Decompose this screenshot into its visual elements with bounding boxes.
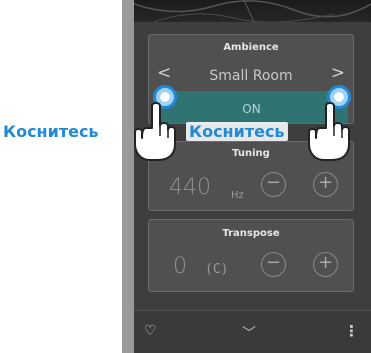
ambience-type-value: Small Room — [209, 68, 293, 84]
transpose-key: (C) — [205, 262, 229, 277]
transpose-minus-button[interactable]: − — [261, 252, 286, 277]
transpose-value: 0 — [173, 254, 187, 279]
device-frame — [122, 0, 134, 353]
stage: Ambience < Small Room > ON Tuning 440 Hz… — [0, 0, 371, 353]
bottom-bar: ♡ ﹀ ⋮ — [134, 311, 371, 353]
tuning-plus-button[interactable]: + — [313, 172, 338, 197]
chevron-down-icon[interactable]: ﹀ — [242, 323, 256, 343]
menu-icon[interactable]: ⋮ — [344, 322, 359, 340]
tap-callout-left: Коснитесь — [3, 122, 99, 141]
hand-pointer-icon — [134, 102, 176, 161]
header-image — [134, 0, 371, 22]
tap-callout-right: Коснитесь — [186, 122, 288, 141]
tuning-minus-button[interactable]: − — [261, 172, 286, 197]
tuning-unit: Hz — [231, 190, 244, 201]
transpose-panel: Transpose 0 (C) − + — [148, 219, 354, 292]
next-type-button[interactable]: > — [331, 65, 345, 82]
tuning-value: 440 — [169, 175, 211, 200]
ambience-title: Ambience — [223, 42, 279, 53]
transpose-title: Transpose — [222, 228, 280, 239]
transpose-plus-button[interactable]: + — [313, 252, 338, 277]
hand-pointer-icon — [308, 102, 350, 161]
heart-icon[interactable]: ♡ — [144, 323, 157, 339]
